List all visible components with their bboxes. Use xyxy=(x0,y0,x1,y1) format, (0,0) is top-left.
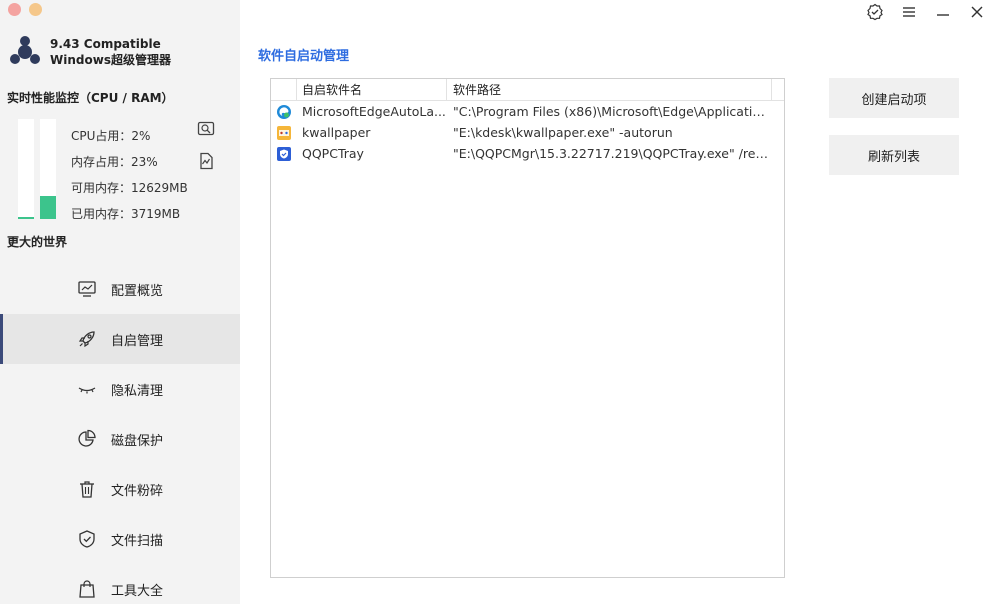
shield-check-icon xyxy=(77,529,97,549)
sidebar-item-startup[interactable]: 自启管理 xyxy=(0,314,240,364)
sidebar-item-label: 文件扫描 xyxy=(111,533,164,549)
window-traffic-lights xyxy=(8,3,42,16)
startup-name: MicrosoftEdgeAutoLa... xyxy=(302,104,446,119)
list-item[interactable]: MicrosoftEdgeAutoLa... "C:\Program Files… xyxy=(271,101,784,122)
traffic-light-close[interactable] xyxy=(8,3,21,16)
mem-usage-fill xyxy=(40,196,56,219)
edge-icon xyxy=(271,104,297,120)
sidebar-item-label: 文件粉碎 xyxy=(111,483,164,499)
app-title: 9.43 Compatible Windows超级管理器 xyxy=(50,36,171,68)
app-title-line1: 9.43 Compatible xyxy=(50,37,161,51)
sidebar-item-label: 磁盘保护 xyxy=(111,433,164,449)
cpu-usage-bar xyxy=(18,119,34,219)
mem-usage-bar xyxy=(40,119,56,219)
startup-path: "E:\QQPCMgr\15.3.22717.219\QQPCTray.exe"… xyxy=(453,146,772,161)
minimize-icon[interactable] xyxy=(932,3,954,21)
monitor-chart-icon xyxy=(77,279,97,299)
startup-path: "C:\Program Files (x86)\Microsoft\Edge\A… xyxy=(453,104,772,119)
used-mem-text: 已用内存：3719MB xyxy=(71,207,181,221)
startup-list[interactable]: 自启软件名 软件路径 MicrosoftEdgeAutoLa... "C:\Pr… xyxy=(270,78,785,578)
sidebar-item-label: 自启管理 xyxy=(111,333,164,349)
mem-usage-text: 内存占用：23% xyxy=(71,155,158,169)
sidebar-item-disk[interactable]: 磁盘保护 xyxy=(0,414,240,464)
free-mem-text: 可用内存：12629MB xyxy=(71,181,188,195)
sidebar-item-label: 配置概览 xyxy=(111,283,164,299)
startup-name: QQPCTray xyxy=(302,146,364,161)
refresh-list-button[interactable]: 刷新列表 xyxy=(829,135,959,175)
column-header-icon[interactable] xyxy=(271,79,297,100)
app-logo-icon xyxy=(10,36,40,64)
column-header-path[interactable]: 软件路径 xyxy=(447,79,772,100)
sidebar-item-shredder[interactable]: 文件粉碎 xyxy=(0,464,240,514)
traffic-light-minimize[interactable] xyxy=(29,3,42,16)
sidebar-item-overview[interactable]: 配置概览 xyxy=(0,264,240,314)
kwallpaper-icon xyxy=(271,125,297,141)
startup-path: "E:\kdesk\kwallpaper.exe" -autorun xyxy=(453,125,673,140)
sidebar-nav: 配置概览 自启管理 隐私清理 磁盘保护 文件粉碎 文件扫描 工具大全 xyxy=(0,264,240,604)
slogan-text: 更大的世界 xyxy=(7,235,68,249)
app-title-line2: Windows超级管理器 xyxy=(50,53,171,67)
cpu-usage-text: CPU占用：2% xyxy=(71,129,151,143)
window-controls xyxy=(864,3,988,21)
sidebar-item-label: 工具大全 xyxy=(111,583,164,599)
close-icon[interactable] xyxy=(966,3,988,21)
perf-monitor-title: 实时性能监控（CPU / RAM） xyxy=(7,91,174,105)
column-header-name[interactable]: 自启软件名 xyxy=(297,79,447,100)
page-title: 软件自启动管理 xyxy=(258,49,350,64)
closed-eye-icon xyxy=(77,379,97,399)
shopping-bag-icon xyxy=(77,579,97,599)
app-brand: 9.43 Compatible Windows超级管理器 xyxy=(8,35,171,69)
cpu-detail-icon[interactable] xyxy=(197,120,215,138)
trash-icon xyxy=(77,479,97,499)
cpu-usage-fill xyxy=(18,217,34,219)
list-item[interactable]: kwallpaper "E:\kdesk\kwallpaper.exe" -au… xyxy=(271,122,784,143)
sidebar-item-scan[interactable]: 文件扫描 xyxy=(0,514,240,564)
mem-detail-icon[interactable] xyxy=(197,152,215,170)
startup-name: kwallpaper xyxy=(302,125,371,140)
qqpc-icon xyxy=(271,146,297,162)
pie-chart-icon xyxy=(77,429,97,449)
create-startup-button[interactable]: 创建启动项 xyxy=(829,78,959,118)
sidebar-item-privacy[interactable]: 隐私清理 xyxy=(0,364,240,414)
rocket-icon xyxy=(77,329,97,349)
badge-check-icon[interactable] xyxy=(864,3,886,21)
menu-icon[interactable] xyxy=(898,3,920,21)
sidebar-item-tools[interactable]: 工具大全 xyxy=(0,564,240,604)
list-item[interactable]: QQPCTray "E:\QQPCMgr\15.3.22717.219\QQPC… xyxy=(271,143,784,164)
sidebar: 9.43 Compatible Windows超级管理器 实时性能监控（CPU … xyxy=(0,0,240,604)
sidebar-item-label: 隐私清理 xyxy=(111,383,164,399)
list-header: 自启软件名 软件路径 xyxy=(271,79,784,101)
